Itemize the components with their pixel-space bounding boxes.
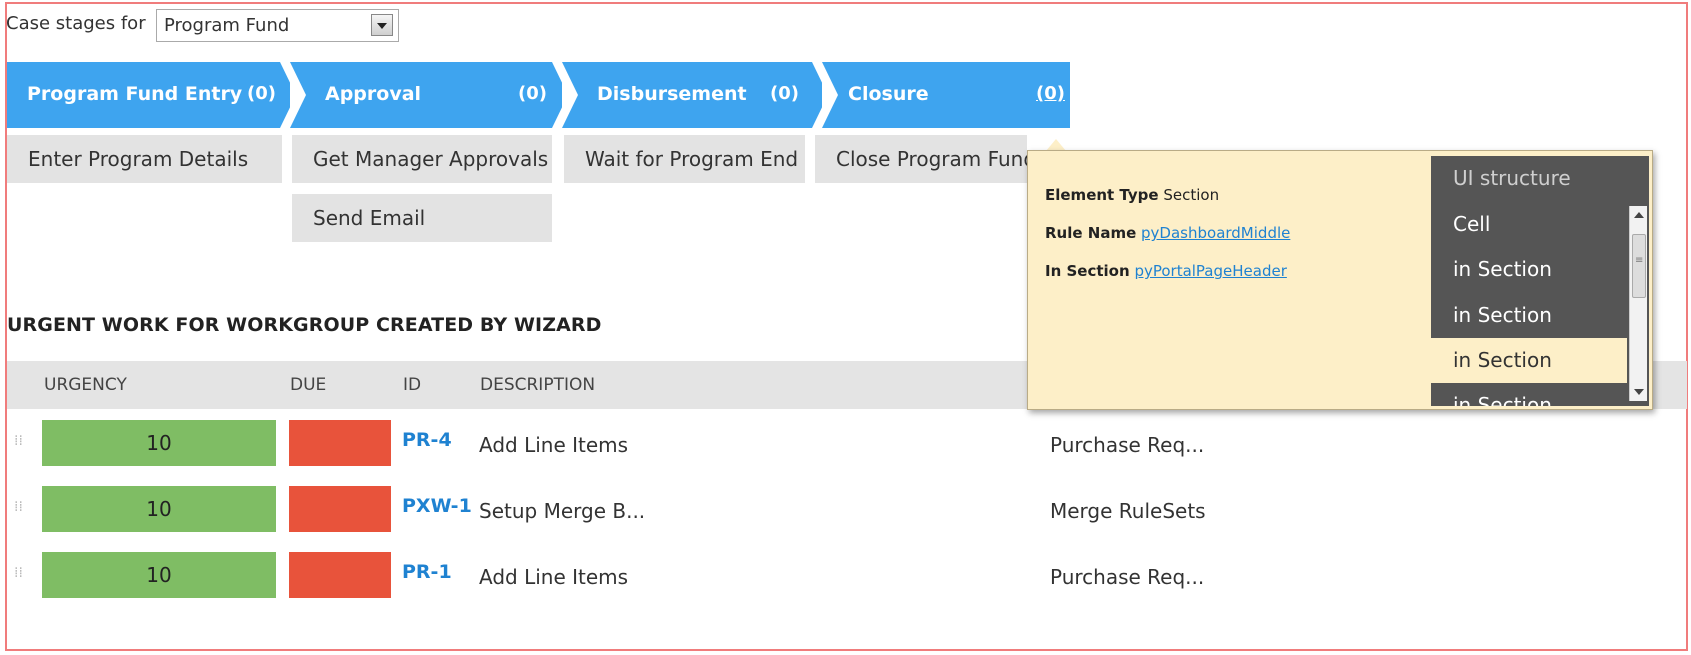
- column-header-id[interactable]: ID: [403, 375, 421, 395]
- column-header-description[interactable]: DESCRIPTION: [480, 375, 595, 395]
- case-type-cell: Merge RuleSets: [1050, 499, 1206, 523]
- ui-structure-list: UI structure Cell in Section in Section …: [1431, 156, 1649, 406]
- ui-structure-item[interactable]: Cell: [1431, 202, 1627, 247]
- worklist-heading: URGENT WORK FOR WORKGROUP CREATED BY WIZ…: [7, 314, 602, 336]
- table-row[interactable]: ⁞⁞ 10 PXW-1 Setup Merge B... Merge RuleS…: [7, 481, 1687, 541]
- ui-structure-item-selected[interactable]: in Section: [1431, 338, 1627, 383]
- stage-label: Disbursement: [597, 83, 747, 105]
- scroll-down-icon[interactable]: [1634, 389, 1644, 395]
- stage-closure[interactable]: Closure (0): [822, 62, 1070, 128]
- rule-name-label: Rule Name: [1045, 224, 1137, 242]
- ui-structure-title: UI structure: [1453, 166, 1571, 190]
- case-stages-label: Case stages for: [6, 13, 146, 34]
- stage-count: (0): [247, 83, 276, 104]
- in-section-link[interactable]: pyPortalPageHeader: [1134, 262, 1286, 280]
- element-type-value: Section: [1163, 186, 1220, 204]
- case-type-cell: Purchase Req...: [1050, 433, 1205, 457]
- case-id-link[interactable]: PXW-1: [402, 495, 472, 517]
- case-type-cell: Purchase Req...: [1050, 565, 1205, 589]
- description-cell: Add Line Items: [479, 565, 629, 589]
- in-section-row: In Section pyPortalPageHeader: [1045, 262, 1287, 280]
- due-cell: [289, 486, 391, 532]
- stage-label: Program Fund Entry: [27, 83, 243, 105]
- description-cell: Setup Merge B...: [479, 499, 646, 523]
- ui-inspector-popup: Element Type Section Rule Name pyDashboa…: [1027, 150, 1653, 410]
- stage-label: Closure: [848, 83, 929, 105]
- case-id-link[interactable]: PR-1: [402, 561, 452, 583]
- stage-approval[interactable]: Approval (0): [290, 62, 568, 128]
- ui-structure-item[interactable]: in Section: [1431, 293, 1627, 338]
- urgency-cell: 10: [42, 552, 276, 598]
- stage-program-fund-entry[interactable]: Program Fund Entry (0): [7, 62, 296, 128]
- description-cell: Add Line Items: [479, 433, 629, 457]
- stage-count: (0): [1036, 83, 1065, 104]
- step-send-email[interactable]: Send Email: [292, 194, 552, 242]
- stage-label: Approval: [325, 83, 422, 105]
- rule-name-link[interactable]: pyDashboardMiddle: [1141, 224, 1290, 242]
- stage-count: (0): [518, 83, 547, 104]
- urgency-cell: 10: [42, 420, 276, 466]
- drag-handle-icon[interactable]: ⁞⁞: [14, 434, 24, 453]
- step-wait-for-program-end[interactable]: Wait for Program End: [564, 135, 805, 183]
- stage-disbursement[interactable]: Disbursement (0): [562, 62, 828, 128]
- chevron-down-icon[interactable]: [371, 14, 393, 36]
- ui-structure-item[interactable]: in Section: [1431, 383, 1627, 406]
- element-type-row: Element Type Section: [1045, 186, 1219, 204]
- case-type-select-value: Program Fund: [164, 15, 290, 36]
- scroll-up-icon[interactable]: [1634, 212, 1644, 218]
- stage-count: (0): [770, 83, 799, 104]
- element-type-label: Element Type: [1045, 186, 1159, 204]
- table-row[interactable]: ⁞⁞ 10 PR-4 Add Line Items Purchase Req..…: [7, 415, 1687, 475]
- in-section-label: In Section: [1045, 262, 1130, 280]
- column-header-urgency[interactable]: URGENCY: [44, 375, 127, 395]
- ui-structure-scrollbar[interactable]: [1629, 206, 1647, 401]
- step-enter-program-details[interactable]: Enter Program Details: [7, 135, 282, 183]
- drag-handle-icon[interactable]: ⁞⁞: [14, 566, 24, 585]
- scroll-thumb[interactable]: [1632, 234, 1646, 298]
- step-get-manager-approvals[interactable]: Get Manager Approvals: [292, 135, 552, 183]
- step-close-program-fund[interactable]: Close Program Fund: [815, 135, 1027, 183]
- case-type-select[interactable]: Program Fund: [156, 9, 399, 42]
- urgency-cell: 10: [42, 486, 276, 532]
- drag-handle-icon[interactable]: ⁞⁞: [14, 500, 24, 519]
- due-cell: [289, 552, 391, 598]
- due-cell: [289, 420, 391, 466]
- ui-structure-item[interactable]: in Section: [1431, 247, 1627, 292]
- column-header-due[interactable]: DUE: [290, 375, 326, 395]
- table-row[interactable]: ⁞⁞ 10 PR-1 Add Line Items Purchase Req..…: [7, 547, 1687, 607]
- rule-name-row: Rule Name pyDashboardMiddle: [1045, 224, 1290, 242]
- case-id-link[interactable]: PR-4: [402, 429, 452, 451]
